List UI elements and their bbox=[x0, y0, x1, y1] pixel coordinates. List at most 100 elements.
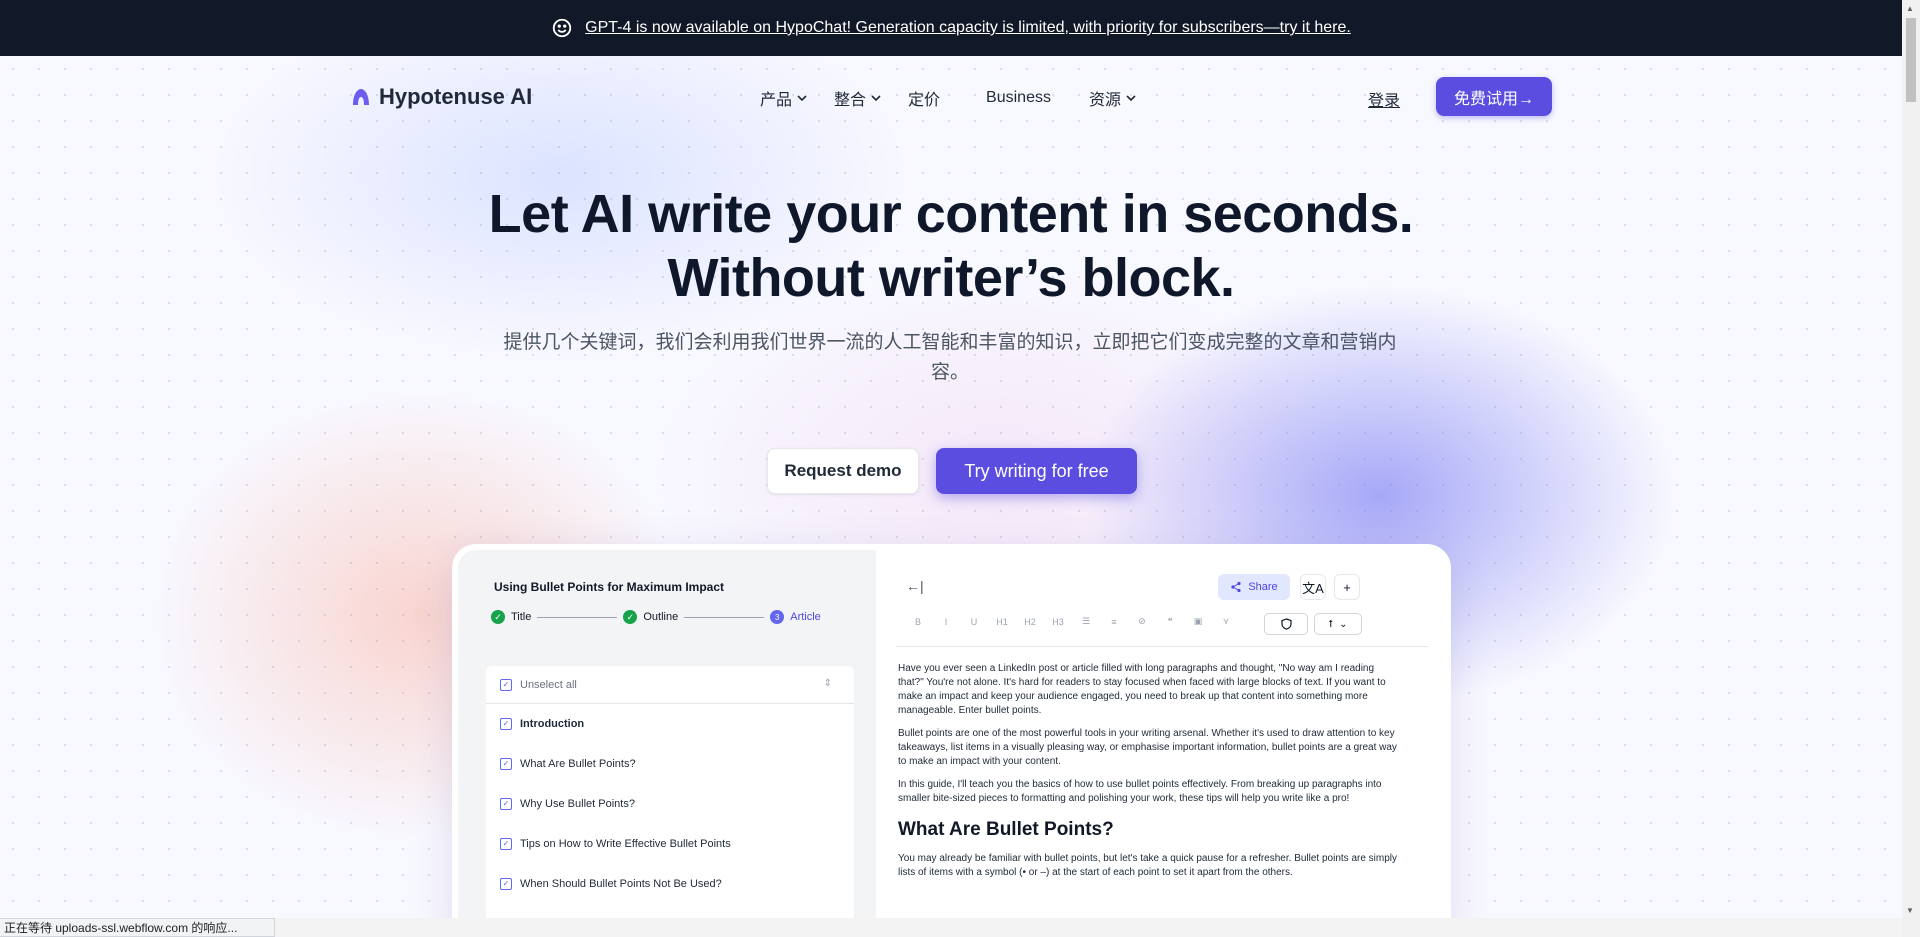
browser-status-bar: 正在等待 uploads-ssl.webflow.com 的响应... bbox=[0, 918, 275, 937]
nav-links: 产品 整合 定价 Business 资源 bbox=[760, 86, 1163, 110]
chevron-down-icon bbox=[871, 95, 881, 102]
announcement-bar: GPT-4 is now available on HypoChat! Gene… bbox=[0, 0, 1902, 56]
clear-format-icon[interactable]: ⋎ bbox=[1212, 616, 1240, 627]
share-icon bbox=[1231, 581, 1241, 593]
nav-item-label: 定价 bbox=[908, 92, 941, 109]
article-content[interactable]: Have you ever seen a LinkedIn post or ar… bbox=[898, 662, 1398, 889]
step-article[interactable]: 3 Article bbox=[770, 610, 821, 624]
nav-item-products[interactable]: 产品 bbox=[760, 86, 808, 110]
hero-title-line1: Let AI write your content in seconds. bbox=[488, 184, 1414, 244]
step-label: Outline bbox=[643, 611, 679, 623]
chevron-down-icon bbox=[797, 95, 807, 102]
editor-panel: ←| Share 文A + B I U H1 H2 H3 ☰ ≡ ⊘ ❝ ▣ ⋎ bbox=[876, 550, 1445, 918]
list-item[interactable]: ✓ Why Use Bullet Points? bbox=[486, 784, 854, 824]
outline-item-label: When Should Bullet Points Not Be Used? bbox=[520, 878, 722, 890]
checkbox-checked-icon[interactable]: ✓ bbox=[500, 678, 512, 691]
shield-icon bbox=[1280, 618, 1292, 630]
nav-item-label: 整合 bbox=[834, 92, 867, 109]
check-circle-icon: ✓ bbox=[491, 610, 505, 624]
outline-item-label: What Are Bullet Points? bbox=[520, 758, 636, 770]
shield-button[interactable] bbox=[1264, 613, 1308, 635]
unselect-all-row[interactable]: ✓ Unselect all ⇕ bbox=[486, 666, 854, 704]
chevron-down-icon bbox=[1126, 95, 1136, 102]
bold-icon[interactable]: B bbox=[904, 617, 932, 627]
announcement-link[interactable]: GPT-4 is now available on HypoChat! Gene… bbox=[585, 19, 1351, 37]
outline-panel: Using Bullet Points for Maximum Impact ✓… bbox=[458, 550, 876, 918]
translate-icon[interactable]: 文A bbox=[1300, 574, 1326, 600]
sort-icon[interactable]: ⇕ bbox=[824, 678, 832, 689]
hypotenuse-logo-icon bbox=[353, 89, 369, 105]
list-item[interactable]: ✓ Introduction bbox=[486, 704, 854, 744]
list-item[interactable]: ✓ What Are Bullet Points? bbox=[486, 744, 854, 784]
step-title[interactable]: ✓ Title bbox=[491, 610, 531, 624]
logo[interactable]: Hypotenuse AI bbox=[351, 84, 532, 110]
hero-section: Hypotenuse AI 产品 整合 定价 Business 资源 登录 免费 bbox=[0, 56, 1902, 918]
nav-item-integrations[interactable]: 整合 bbox=[834, 86, 882, 110]
numbered-list-icon[interactable]: ≡ bbox=[1100, 617, 1128, 627]
vertical-scrollbar[interactable]: ▲ ▼ bbox=[1902, 0, 1920, 937]
nav-item-label: 资源 bbox=[1088, 92, 1121, 109]
share-label: Share bbox=[1248, 581, 1278, 593]
back-arrow-icon[interactable]: ←| bbox=[906, 578, 924, 594]
step-label: Article bbox=[790, 611, 821, 623]
check-circle-icon: ✓ bbox=[623, 610, 638, 624]
scroll-up-icon[interactable]: ▲ bbox=[1906, 4, 1914, 13]
list-item[interactable]: ✓ When Should Bullet Points Not Be Used? bbox=[486, 864, 854, 904]
top-nav: Hypotenuse AI 产品 整合 定价 Business 资源 登录 免费 bbox=[0, 56, 1902, 138]
nav-item-label: Business bbox=[986, 89, 1051, 106]
heading2-icon[interactable]: H2 bbox=[1016, 617, 1044, 627]
checkbox-checked-icon[interactable]: ✓ bbox=[500, 758, 512, 770]
nav-item-resources[interactable]: 资源 bbox=[1089, 86, 1137, 110]
article-paragraph: Have you ever seen a LinkedIn post or ar… bbox=[898, 663, 1386, 716]
heading1-icon[interactable]: H1 bbox=[988, 617, 1016, 627]
quote-icon[interactable]: ❝ bbox=[1156, 616, 1184, 627]
progress-steps: ✓ Title ✓ Outline 3 Article bbox=[491, 610, 821, 624]
chevron-down-icon: ⌄ bbox=[1339, 618, 1348, 630]
scroll-down-icon[interactable]: ▼ bbox=[1906, 906, 1914, 915]
smile-icon bbox=[553, 18, 572, 38]
plus-icon[interactable]: + bbox=[1334, 574, 1360, 600]
article-paragraph: You may already be familiar with bullet … bbox=[898, 853, 1398, 878]
nav-item-label: 产品 bbox=[760, 92, 793, 109]
article-heading: What Are Bullet Points? bbox=[898, 819, 1114, 840]
underline-icon[interactable]: U bbox=[960, 617, 988, 627]
bullet-list-icon[interactable]: ☰ bbox=[1072, 616, 1100, 627]
divider bbox=[896, 646, 1428, 647]
upload-icon: ⭡ bbox=[1328, 618, 1334, 630]
hero-title: Let AI write your content in seconds. Wi… bbox=[0, 182, 1902, 310]
app-preview: Using Bullet Points for Maximum Impact ✓… bbox=[452, 544, 1451, 918]
hero-subtitle: 提供几个关键词，我们会利用我们世界一流的人工智能和丰富的知识，立即把它们变成完整… bbox=[503, 332, 1397, 383]
document-title: Using Bullet Points for Maximum Impact bbox=[494, 580, 725, 594]
checkbox-checked-icon[interactable]: ✓ bbox=[500, 718, 512, 730]
link-icon[interactable]: ⊘ bbox=[1128, 616, 1156, 627]
hero-title-line2: Without writer’s block. bbox=[667, 248, 1235, 308]
italic-icon[interactable]: I bbox=[932, 617, 960, 627]
article-paragraph: Bullet points are one of the most powerf… bbox=[898, 728, 1397, 767]
share-button[interactable]: Share bbox=[1218, 574, 1290, 600]
formatting-toolbar: B I U H1 H2 H3 ☰ ≡ ⊘ ❝ ▣ ⋎ bbox=[904, 616, 1240, 627]
login-link[interactable]: 登录 bbox=[1368, 87, 1400, 111]
horizontal-scroll-track bbox=[275, 918, 1902, 937]
nav-item-pricing[interactable]: 定价 bbox=[908, 86, 940, 110]
try-writing-button[interactable]: Try writing for free bbox=[936, 448, 1137, 494]
request-demo-button[interactable]: Request demo bbox=[767, 448, 919, 494]
logo-text: Hypotenuse AI bbox=[379, 84, 533, 109]
export-dropdown[interactable]: ⭡ ⌄ bbox=[1314, 613, 1362, 635]
article-paragraph: In this guide, I'll teach you the basics… bbox=[898, 779, 1382, 804]
outline-item-label: Introduction bbox=[520, 718, 585, 730]
step-connector bbox=[537, 616, 618, 618]
nav-item-business[interactable]: Business bbox=[986, 89, 1051, 107]
heading3-icon[interactable]: H3 bbox=[1044, 617, 1072, 627]
outline-item-label: Why Use Bullet Points? bbox=[520, 798, 635, 810]
step-number: 3 bbox=[770, 610, 785, 624]
unselect-all-label: Unselect all bbox=[520, 678, 577, 691]
checkbox-checked-icon[interactable]: ✓ bbox=[500, 878, 512, 890]
scroll-thumb[interactable] bbox=[1906, 18, 1916, 102]
list-item[interactable]: ✓ Tips on How to Write Effective Bullet … bbox=[486, 824, 854, 864]
step-connector bbox=[684, 616, 765, 618]
image-icon[interactable]: ▣ bbox=[1184, 616, 1212, 627]
checkbox-checked-icon[interactable]: ✓ bbox=[500, 838, 512, 850]
step-outline[interactable]: ✓ Outline bbox=[623, 610, 678, 624]
free-trial-button[interactable]: 免费试用→ bbox=[1436, 77, 1552, 116]
checkbox-checked-icon[interactable]: ✓ bbox=[500, 798, 512, 810]
